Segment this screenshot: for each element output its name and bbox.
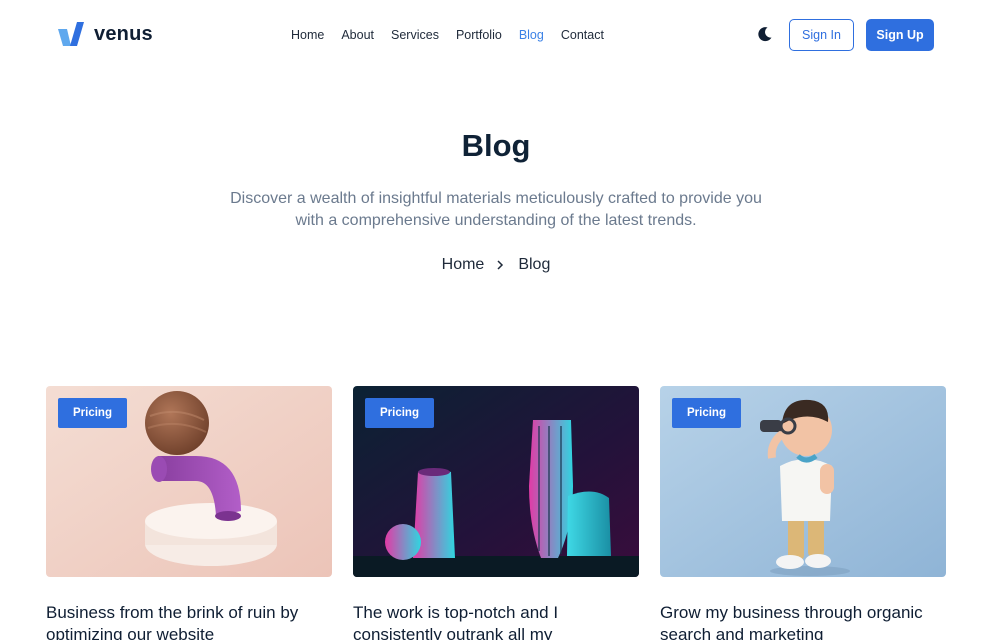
blog-card: Pricing Grow my business through organic… [660,386,946,640]
chevron-right-icon [497,260,504,270]
sign-up-button[interactable]: Sign Up [866,19,934,51]
blog-card-image[interactable]: Pricing [353,386,639,577]
category-badge[interactable]: Pricing [58,398,127,428]
brand-name: venus [94,22,153,45]
nav-link-blog[interactable]: Blog [519,27,544,43]
page-description: Discover a wealth of insightful material… [230,190,762,229]
brand-logo[interactable]: venus [58,22,153,46]
blog-card: Pricing The work is top-notch and I cons… [353,386,639,640]
breadcrumb-home-link[interactable]: Home [442,256,485,274]
blog-card-title[interactable]: The work is top-notch and I consistently… [353,602,639,640]
breadcrumb: Home Blog [0,256,992,274]
site-header: venus Home About Services Portfolio Blog… [0,0,992,70]
blog-card: Pricing Business from the brink of ruin … [46,386,332,640]
category-badge[interactable]: Pricing [365,398,434,428]
moon-icon[interactable] [756,25,774,43]
blog-card-title[interactable]: Business from the brink of ruin by optim… [46,602,332,640]
nav-link-portfolio[interactable]: Portfolio [456,27,502,43]
nav-link-contact[interactable]: Contact [561,27,604,43]
venus-logo-icon [58,22,84,46]
sign-in-button[interactable]: Sign In [789,19,854,51]
blog-card-title[interactable]: Grow my business through organic search … [660,602,946,640]
nav-link-home[interactable]: Home [291,27,324,43]
main-nav: Home About Services Portfolio Blog Conta… [291,27,621,43]
nav-link-services[interactable]: Services [391,27,439,43]
category-badge[interactable]: Pricing [672,398,741,428]
page-title: Blog [461,128,531,163]
breadcrumb-current: Blog [518,256,551,273]
nav-link-about[interactable]: About [341,27,374,43]
blog-card-image[interactable]: Pricing [660,386,946,577]
blog-card-image[interactable]: Pricing [46,386,332,577]
